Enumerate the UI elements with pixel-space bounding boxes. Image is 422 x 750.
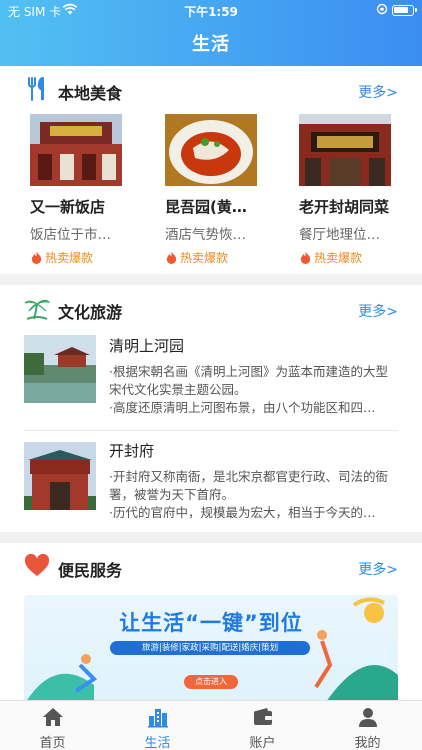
- service-section-header: 便民服务 更多>: [0, 543, 422, 589]
- service-section: 便民服务 更多> 让生活“一键”到位 旅游|装修|家政|采购|配送|婚庆|策划 …: [0, 543, 422, 705]
- tourism-image: [24, 442, 96, 510]
- tourism-more-link[interactable]: 更多>: [358, 301, 398, 321]
- orientation-lock-icon: [376, 3, 388, 15]
- food-more-link[interactable]: 更多>: [358, 82, 398, 102]
- tourism-desc-line: ·根据宋朝名画《清明上河图》为蓝本而建造的大型宋代文化实景主题公园。: [109, 364, 388, 397]
- tourism-desc-line: ·历代的官府中，规模最为宏大，相当于今天的…: [109, 505, 376, 520]
- tourism-desc-line: ·开封府又称南衙，是北宋京都官吏行政、司法的衙署，被誉为天下首府。: [109, 469, 388, 502]
- flame-icon: [300, 251, 311, 264]
- banner-enter-button[interactable]: 点击进入: [184, 675, 238, 689]
- top-bar: 无 SIM 卡 下午1:59 生活: [0, 0, 422, 66]
- food-card[interactable]: 昆吾园(黄… 酒店气势恢… 热卖爆款: [165, 114, 269, 266]
- hot-badge: 热卖爆款: [299, 249, 403, 266]
- service-section-title: 便民服务: [58, 561, 123, 580]
- flame-icon: [166, 251, 177, 264]
- tourism-name: 清明上河园: [109, 337, 185, 355]
- tab-label: 生活: [144, 736, 171, 750]
- food-section: 本地美食 更多> 又一新饭店 饭店位于市… 热卖爆款 昆吾园(黄… 酒店气势恢……: [0, 66, 422, 274]
- tourism-desc: ·开封府又称南衙，是北宋京都官吏行政、司法的衙署，被誉为天下首府。 ·历代的官府…: [109, 468, 399, 522]
- tourism-section-header: 文化旅游 更多>: [0, 285, 422, 331]
- battery-icon: [392, 5, 417, 16]
- flame-icon: [31, 251, 42, 264]
- food-image: [299, 114, 391, 186]
- tourism-desc-line: ·高度还原清明上河图布景，由八个功能区和四…: [109, 400, 376, 415]
- palm-tree-icon: [24, 299, 50, 320]
- food-image: [30, 114, 122, 186]
- wallet-icon: [254, 708, 272, 725]
- banner-tags: 旅游|装修|家政|采购|配送|婚庆|策划: [110, 641, 310, 655]
- home-icon: [43, 708, 63, 726]
- tab-label: 首页: [39, 736, 66, 750]
- tab-label: 我的: [354, 736, 381, 750]
- heart-icon: [24, 553, 50, 576]
- banner-headline: 让生活“一键”到位: [119, 611, 303, 635]
- tab-life[interactable]: 生活: [105, 701, 210, 750]
- status-time: 下午1:59: [184, 5, 238, 19]
- page-title: 生活: [192, 34, 230, 55]
- tab-home[interactable]: 首页: [0, 701, 105, 750]
- hot-badge-label: 热卖爆款: [314, 251, 363, 265]
- tourism-section-title: 文化旅游: [58, 303, 123, 322]
- food-image: [165, 114, 257, 186]
- hot-badge: 热卖爆款: [165, 249, 269, 266]
- tab-bar: 首页 生活 账户 我的: [0, 700, 422, 750]
- food-desc: 酒店气势恢…: [165, 227, 246, 243]
- food-desc: 餐厅地理位…: [299, 227, 380, 243]
- tourism-item[interactable]: 清明上河园 ·根据宋朝名画《清明上河图》为蓝本而建造的大型宋代文化实景主题公园。…: [24, 335, 398, 415]
- food-card[interactable]: 老开封胡同菜 餐厅地理位… 热卖爆款: [299, 114, 403, 266]
- tab-account[interactable]: 账户: [210, 701, 315, 750]
- food-desc: 饭店位于市…: [30, 227, 111, 243]
- tourism-name: 开封府: [109, 442, 155, 460]
- tourism-item[interactable]: 开封府 ·开封府又称南衙，是北宋京都官吏行政、司法的衙署，被誉为天下首府。 ·历…: [24, 440, 398, 520]
- food-section-header: 本地美食 更多>: [0, 66, 422, 112]
- service-banner[interactable]: 让生活“一键”到位 旅游|装修|家政|采购|配送|婚庆|策划 点击进入: [24, 595, 398, 705]
- fork-knife-icon: [28, 77, 44, 101]
- city-icon: [148, 709, 168, 728]
- hot-badge: 热卖爆款: [30, 249, 134, 266]
- service-more-link[interactable]: 更多>: [358, 559, 398, 579]
- hot-badge-label: 热卖爆款: [180, 251, 229, 265]
- tourism-image: [24, 335, 96, 403]
- tab-label: 账户: [249, 736, 276, 750]
- tourism-section: 文化旅游 更多> 清明上河园 ·根据宋朝名画《清明上河图》为蓝本而建造的大型宋代…: [0, 285, 422, 532]
- food-name: 老开封胡同菜: [299, 198, 390, 216]
- user-icon: [359, 708, 377, 727]
- tab-mine[interactable]: 我的: [315, 701, 420, 750]
- tourism-desc: ·根据宋朝名画《清明上河图》为蓝本而建造的大型宋代文化实景主题公园。 ·高度还原…: [109, 363, 399, 417]
- food-name: 昆吾园(黄…: [165, 198, 247, 216]
- food-name: 又一新饭店: [30, 198, 106, 216]
- food-section-title: 本地美食: [58, 84, 123, 103]
- divider: [24, 430, 398, 431]
- food-card[interactable]: 又一新饭店 饭店位于市… 热卖爆款: [30, 114, 134, 266]
- status-bar: 无 SIM 卡 下午1:59: [0, 0, 422, 22]
- hot-badge-label: 热卖爆款: [45, 251, 94, 265]
